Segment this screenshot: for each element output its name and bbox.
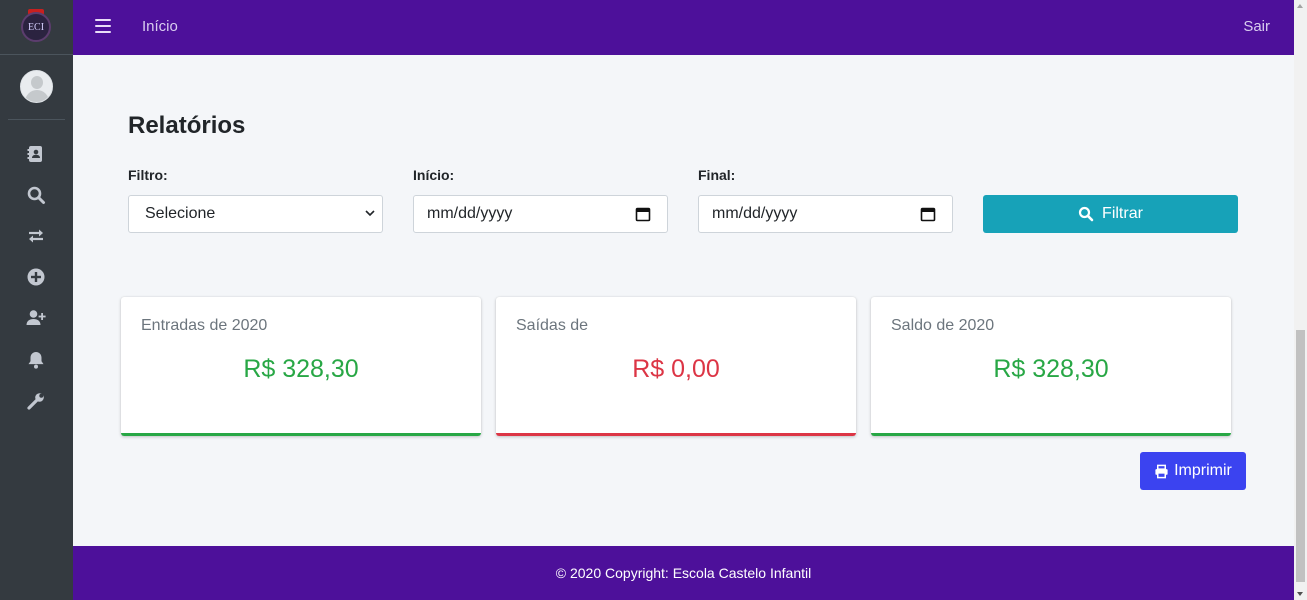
sidebar-item-add-user[interactable] [24,307,48,329]
print-button[interactable]: Imprimir [1140,452,1246,490]
income-card-bar [121,433,481,436]
start-date-label: Início: [413,167,455,183]
sidebar-item-contacts[interactable] [24,143,48,165]
filter-label: Filtro: [128,167,168,183]
user-plus-icon [26,310,46,325]
footer-copyright: © 2020 Copyright: Escola Castelo Infanti… [555,565,812,581]
scroll-up-arrow-icon[interactable] [1297,4,1303,8]
expense-card-bar [496,433,856,436]
footer: © 2020 Copyright: Escola Castelo Infanti… [73,546,1294,600]
page-scrollbar[interactable] [1294,0,1307,600]
wrench-icon [27,393,44,410]
income-card: Entradas de 2020 R$ 328,30 [121,297,481,436]
sidebar: ECI [0,0,73,600]
end-date-label: Final: [698,167,736,183]
balance-card-bar [871,433,1231,436]
calendar-icon[interactable] [920,206,936,222]
search-icon [1078,206,1094,222]
balance-card-label: Saldo de 2020 [891,317,995,334]
address-book-icon [27,146,42,162]
sidebar-item-notifications[interactable] [24,349,48,371]
search-icon [27,186,45,204]
chevron-down-icon [365,210,375,217]
scroll-thumb[interactable] [1296,330,1305,582]
scroll-down-arrow-icon[interactable] [1297,592,1303,596]
avatar[interactable] [20,70,53,103]
menu-toggle-icon[interactable] [95,19,111,35]
brand-link[interactable]: ECI [0,0,73,55]
expense-card-value: R$ 0,00 [632,355,720,383]
end-date-input[interactable]: mm/dd/yyyy [698,195,953,233]
expense-card: Saídas de R$ 0,00 [496,297,856,436]
exchange-icon [29,229,43,243]
income-card-label: Entradas de 2020 [141,317,268,334]
printer-icon [1155,464,1168,478]
end-date-placeholder: mm/dd/yyyy [712,205,798,222]
user-panel [8,56,65,120]
filter-select-value: Selecione [145,205,216,222]
filter-select[interactable]: Selecione [128,195,383,233]
filter-button-label: Filtrar [1102,205,1143,222]
start-date-input[interactable]: mm/dd/yyyy [413,195,668,233]
print-button-label: Imprimir [1174,462,1232,479]
logo-text: ECI [27,22,45,33]
balance-card: Saldo de 2020 R$ 328,30 [871,297,1231,436]
nav-home-link[interactable]: Início [142,18,178,35]
plus-circle-icon [27,268,45,286]
top-navbar: Início Sair [73,0,1294,55]
page-title: Relatórios [128,112,246,139]
calendar-icon[interactable] [635,206,651,222]
filter-button[interactable]: Filtrar [983,195,1238,233]
sidebar-item-settings[interactable] [24,390,48,412]
start-date-placeholder: mm/dd/yyyy [427,205,513,222]
bell-icon [28,352,44,369]
logout-link[interactable]: Sair [1243,18,1270,35]
sidebar-item-add[interactable] [24,266,48,288]
income-card-value: R$ 328,30 [243,355,359,383]
balance-card-value: R$ 328,30 [993,355,1109,383]
expense-card-label: Saídas de [516,317,589,334]
school-logo: ECI [21,12,51,42]
sidebar-item-search[interactable] [24,184,48,206]
sidebar-item-transactions[interactable] [24,225,48,247]
